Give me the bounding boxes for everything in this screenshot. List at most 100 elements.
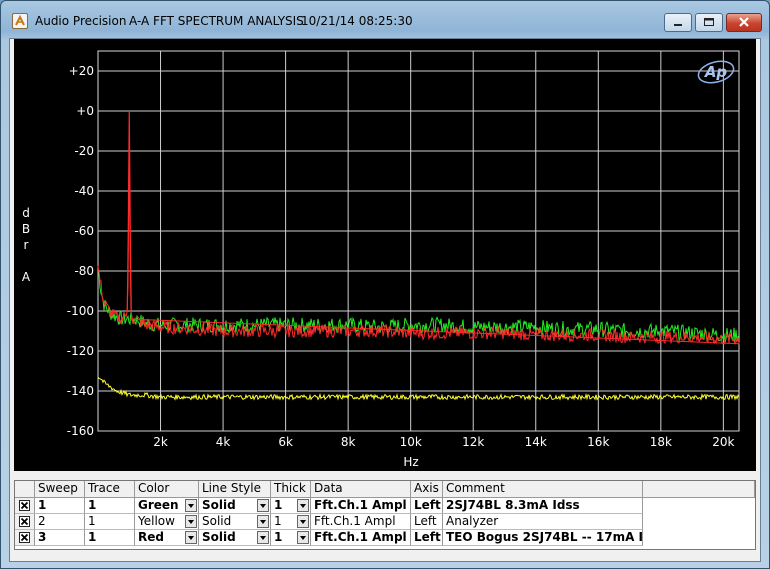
cell-thick-value: 1	[274, 514, 282, 528]
y-tick-label: -20	[74, 144, 94, 158]
cell-data[interactable]: Fft.Ch.1 Ampl	[311, 498, 411, 514]
dropdown-button[interactable]	[297, 531, 309, 544]
cell-comment[interactable]: TEO Bogus 2SJ74BL -- 17mA Idss	[443, 530, 643, 546]
header-line-style[interactable]: Line Style	[199, 481, 271, 498]
cell-thick[interactable]: 1	[271, 514, 311, 530]
cell-trace[interactable]: 1	[85, 514, 135, 530]
dropdown-button[interactable]	[185, 499, 197, 512]
client-area: +20 +0 -20 -40 -60 -80 -100 -120 -140 -160 2k 4k 6k 8…	[9, 38, 761, 562]
dropdown-button[interactable]	[257, 531, 269, 544]
fft-spectrum-graph[interactable]: +20 +0 -20 -40 -60 -80 -100 -120 -140 -160 2k 4k 6k 8…	[14, 39, 756, 471]
row-enable-cell	[15, 530, 35, 546]
title-bar[interactable]: Audio Precision A-A FFT SPECTRUM ANALYSI…	[1, 1, 769, 37]
spectrum-series-line	[97, 162, 740, 346]
cell-sweep[interactable]: 2	[35, 514, 85, 530]
dropdown-button[interactable]	[297, 515, 309, 528]
cell-thick-value: 1	[274, 498, 283, 512]
header-thick[interactable]: Thick	[271, 481, 311, 498]
spectrum-chart-svg: +20 +0 -20 -40 -60 -80 -100 -120 -140 -160 2k 4k 6k 8…	[22, 50, 740, 469]
cell-data[interactable]: Fft.Ch.1 Ampl	[311, 514, 411, 530]
row-enable-checkbox[interactable]	[19, 500, 30, 511]
table-header-row: Sweep Trace Color Line Style Thick Data …	[15, 481, 755, 498]
cell-color[interactable]: Red	[135, 530, 199, 546]
audio-precision-app-icon[interactable]	[12, 13, 28, 29]
y-axis-unit-letter: B	[22, 222, 30, 236]
cell-data[interactable]: Fft.Ch.1 Ampl	[311, 530, 411, 546]
y-tick-label: -40	[74, 184, 94, 198]
cell-sweep[interactable]: 3	[35, 530, 85, 546]
cell-data-value: Fft.Ch.1 Ampl	[314, 498, 407, 512]
cell-line-style[interactable]: Solid	[199, 498, 271, 514]
dropdown-button[interactable]	[297, 499, 309, 512]
app-name: Audio Precision	[35, 14, 127, 28]
y-tick-label: -120	[67, 344, 94, 358]
cell-line-style-value: Solid	[202, 498, 236, 512]
cell-thick[interactable]: 1	[271, 530, 311, 546]
sweep-table[interactable]: Sweep Trace Color Line Style Thick Data …	[14, 480, 756, 550]
cell-comment[interactable]: 2SJ74BL 8.3mA Idss	[443, 498, 643, 514]
y-tick-label: -160	[67, 424, 94, 438]
cell-color[interactable]: Green	[135, 498, 199, 514]
cell-trace[interactable]: 1	[85, 498, 135, 514]
dropdown-arrow-icon	[300, 536, 306, 540]
cell-comment-value: Analyzer	[446, 514, 499, 528]
cell-comment-value: TEO Bogus 2SJ74BL -- 17mA Idss	[446, 530, 643, 544]
cell-data-value: Fft.Ch.1 Ampl	[314, 514, 396, 528]
cell-axis[interactable]: Left	[411, 530, 443, 546]
dropdown-button[interactable]	[185, 515, 197, 528]
cell-data-value: Fft.Ch.1 Ampl	[314, 530, 407, 544]
header-data[interactable]: Data	[311, 481, 411, 498]
maximize-button[interactable]	[695, 13, 723, 32]
table-row[interactable]: 3 1 Red Solid 1 Fft.Ch.1 Ampl Left TEO Bogus 2S…	[15, 530, 643, 546]
plot-frame	[97, 50, 740, 432]
minimize-icon	[674, 24, 682, 26]
y-tick-label: +0	[76, 104, 94, 118]
cell-axis[interactable]: Left	[411, 498, 443, 514]
cell-line-style[interactable]: Solid	[199, 514, 271, 530]
cell-line-style[interactable]: Solid	[199, 530, 271, 546]
spectrum-series-line	[97, 376, 740, 402]
table-row[interactable]: 1 1 Green Solid 1 Fft.Ch.1 Ampl Left 2SJ74BL 8.…	[15, 498, 643, 514]
table-row[interactable]: 2 1 Yellow Solid 1 Fft.Ch.1 Ampl Left Analyzer	[15, 514, 643, 530]
cell-axis-value: Left	[414, 514, 437, 528]
restore-icon	[704, 18, 714, 26]
checkmark-x-icon	[20, 501, 29, 510]
cell-sweep-value: 2	[38, 514, 46, 528]
close-button[interactable]	[726, 13, 762, 32]
x-tick-label: 18k	[650, 435, 672, 449]
cell-line-style-value: Solid	[202, 514, 232, 528]
cell-trace[interactable]: 1	[85, 530, 135, 546]
x-tick-label: 16k	[587, 435, 609, 449]
x-tick-label: 14k	[525, 435, 547, 449]
header-trace[interactable]: Trace	[85, 481, 135, 498]
header-filler	[643, 481, 755, 498]
dropdown-button[interactable]	[185, 531, 197, 544]
cell-trace-value: 1	[88, 514, 96, 528]
cell-axis[interactable]: Left	[411, 514, 443, 530]
header-sweep[interactable]: Sweep	[35, 481, 85, 498]
close-icon	[739, 17, 749, 27]
cell-color[interactable]: Yellow	[135, 514, 199, 530]
dropdown-button[interactable]	[257, 515, 269, 528]
dropdown-button[interactable]	[257, 499, 269, 512]
cell-thick[interactable]: 1	[271, 498, 311, 514]
x-tick-label: 4k	[216, 435, 231, 449]
x-tick-label: 12k	[462, 435, 484, 449]
row-enable-checkbox[interactable]	[19, 516, 30, 527]
header-comment[interactable]: Comment	[443, 481, 643, 498]
cell-axis-value: Left	[414, 498, 441, 512]
x-tick-label: 2k	[153, 435, 168, 449]
header-color[interactable]: Color	[135, 481, 199, 498]
row-enable-checkbox[interactable]	[19, 532, 30, 543]
ap-logo: Ap	[697, 60, 735, 84]
timestamp: 10/21/14 08:25:30	[301, 14, 413, 28]
ap-logo-text: Ap	[704, 63, 728, 81]
checkmark-x-icon	[20, 533, 29, 542]
cell-comment[interactable]: Analyzer	[443, 514, 643, 530]
cell-color-value: Red	[138, 530, 164, 544]
cell-color-value: Green	[138, 498, 179, 512]
header-axis[interactable]: Axis	[411, 481, 443, 498]
cell-comment-value: 2SJ74BL 8.3mA Idss	[446, 498, 580, 512]
cell-sweep[interactable]: 1	[35, 498, 85, 514]
minimize-button[interactable]	[664, 13, 692, 32]
